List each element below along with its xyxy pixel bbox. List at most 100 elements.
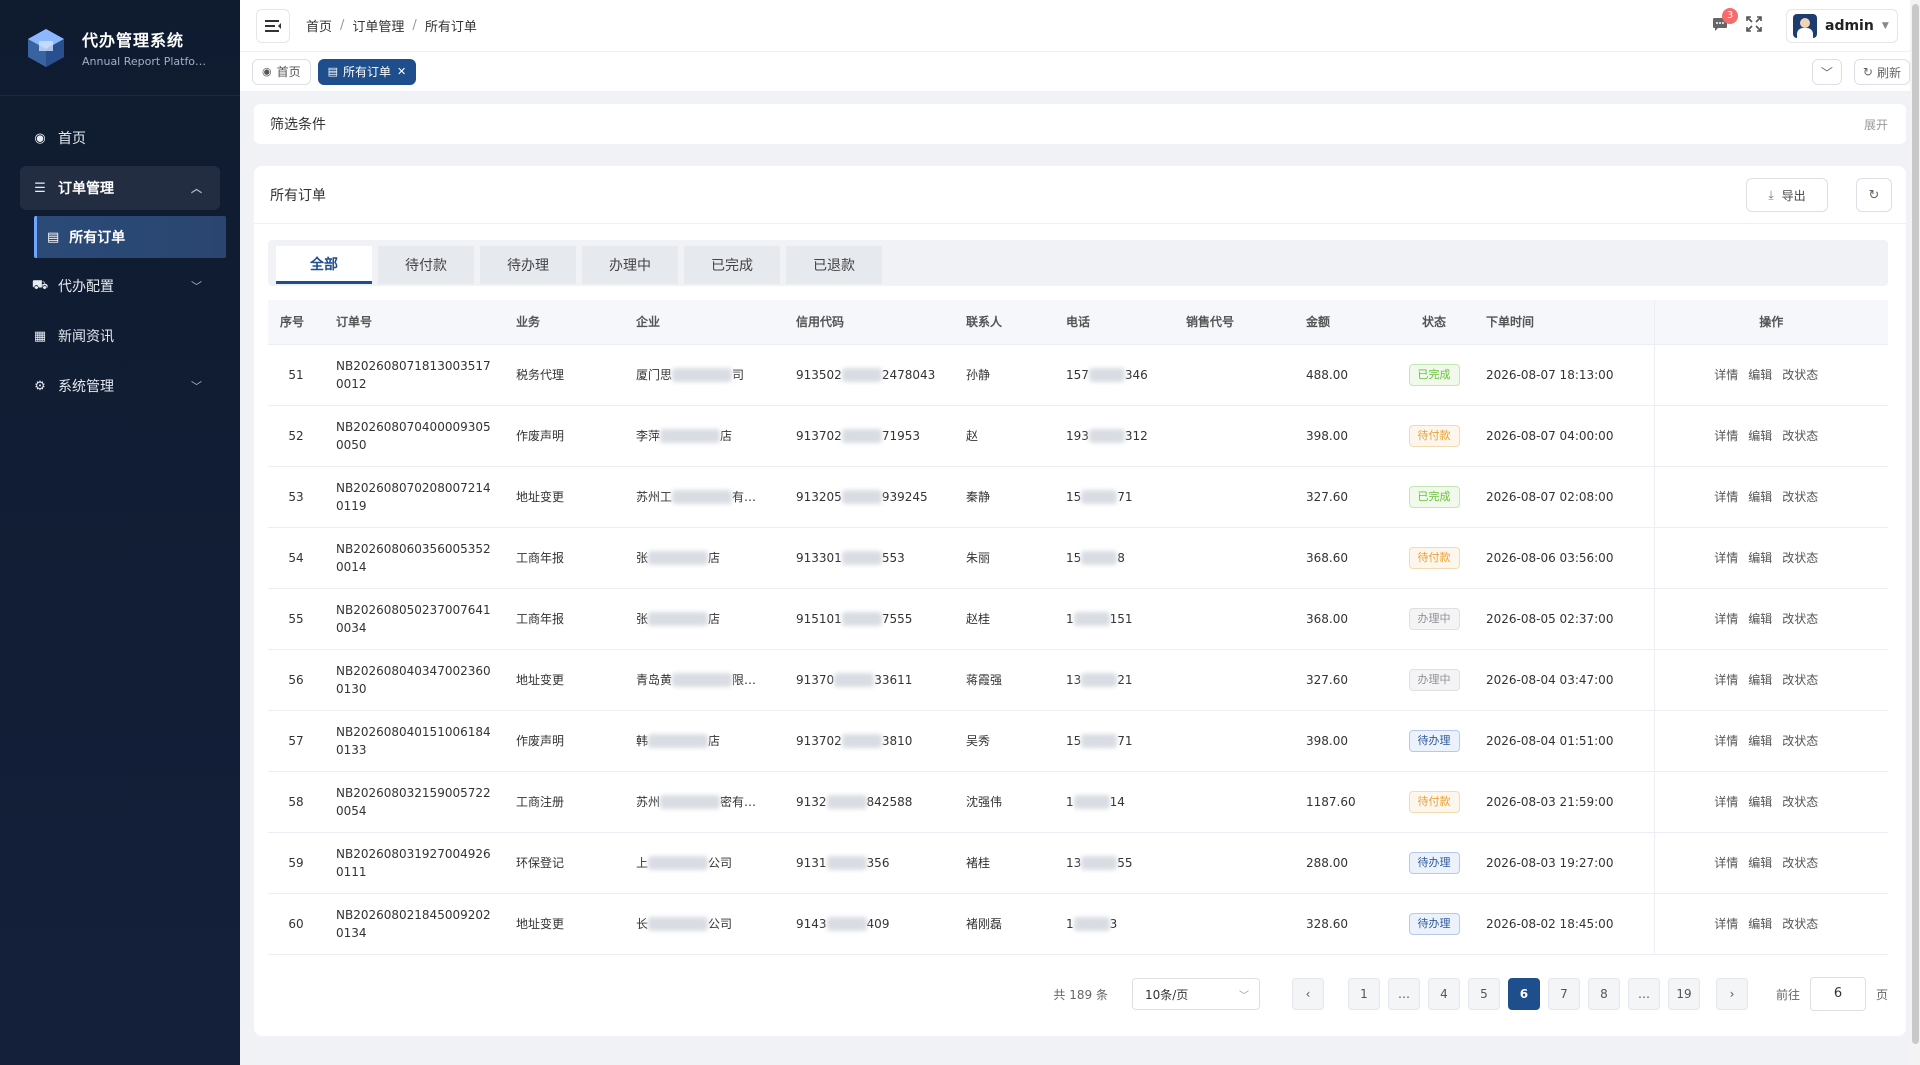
page-button[interactable]: 7 [1547,978,1580,1010]
edit-link[interactable]: 编辑 [1748,795,1772,809]
detail-link[interactable]: 详情 [1714,612,1738,626]
cell-phone: 13 [1054,893,1174,955]
breadcrumb-home[interactable]: 首页 [306,16,332,35]
tag-home[interactable]: ◉ 首页 [252,58,311,85]
reload-button[interactable]: ↻ [1856,178,1892,212]
breadcrumb-current: 所有订单 [424,20,477,35]
next-page-button[interactable]: › [1715,978,1748,1010]
cell-sales-code [1174,588,1294,650]
sidebar-item-system[interactable]: ⚙ 系统管理 ﹀ [20,364,220,408]
cell-business: 作废声明 [504,710,624,772]
phone-prefix: 15 [1066,489,1082,504]
page-ellipsis-button[interactable]: … [1387,978,1420,1010]
sidebar-item-label: 新闻资讯 [58,329,114,345]
tab-refunded[interactable]: 已退款 [786,246,882,284]
phone-prefix: 15 [1066,733,1082,748]
code-suffix: 356 [866,855,890,870]
phone-suffix: 8 [1117,550,1125,565]
sidebar-item-config[interactable]: ⛟ 代办配置 ﹀ [20,264,220,308]
edit-link[interactable]: 编辑 [1748,673,1772,687]
detail-link[interactable]: 详情 [1714,368,1738,382]
detail-link[interactable]: 详情 [1714,429,1738,443]
pagination: 共 189 条 10条/页 ﹀ ‹ 1… 4 5 6 7 8… 19 › 前往 6 页 [254,976,1906,1012]
page-button[interactable]: 6 [1507,978,1540,1010]
edit-link[interactable]: 编辑 [1748,490,1772,504]
order-number: NB2026080403470023600130 [336,663,491,696]
fullscreen-icon[interactable] [1746,16,1762,36]
tab-pending[interactable]: 待办理 [480,246,576,284]
change-status-link[interactable]: 改状态 [1782,856,1818,870]
cell-order-time: 2026-08-02 18:45:00 [1474,893,1654,955]
company-suffix: 密有… [720,794,757,809]
scroll-thumb[interactable] [1912,4,1919,1044]
close-icon[interactable]: ✕ [397,65,406,78]
change-status-link[interactable]: 改状态 [1782,734,1818,748]
change-status-link[interactable]: 改状态 [1782,429,1818,443]
page-ellipsis-button[interactable]: … [1627,978,1660,1010]
goto-label: 前往 [1775,987,1800,1002]
user-menu[interactable]: admin ▼ [1786,9,1898,43]
detail-link[interactable]: 详情 [1714,795,1738,809]
change-status-link[interactable]: 改状态 [1782,612,1818,626]
page-size-select[interactable]: 10条/页 ﹀ [1131,978,1260,1010]
expand-filter-link[interactable]: 展开 [1864,116,1888,133]
cell-company: 长 公司 [624,893,784,955]
refresh-tab-button[interactable]: ↻ 刷新 [1853,59,1910,85]
change-status-link[interactable]: 改状态 [1782,795,1818,809]
change-status-link[interactable]: 改状态 [1782,917,1818,931]
edit-link[interactable]: 编辑 [1748,612,1772,626]
prev-page-button[interactable]: ‹ [1291,978,1324,1010]
table-header-row: 序号 订单号 业务 企业 信用代码 联系人 电话 销售代号 金额 状态 下单时间… [268,300,1888,345]
detail-link[interactable]: 详情 [1714,917,1738,931]
cell-business: 地址变更 [504,893,624,955]
list-icon: ☰ [34,180,46,196]
tags-dropdown-button[interactable]: ﹀ [1811,59,1842,85]
detail-link[interactable]: 详情 [1714,734,1738,748]
page-button[interactable]: 19 [1667,978,1700,1010]
page-button[interactable]: 8 [1587,978,1620,1010]
detail-link[interactable]: 详情 [1714,490,1738,504]
edit-link[interactable]: 编辑 [1748,734,1772,748]
tab-processing[interactable]: 办理中 [582,246,678,284]
status-badge: 待付款 [1408,546,1460,569]
detail-link[interactable]: 详情 [1714,856,1738,870]
change-status-link[interactable]: 改状态 [1782,490,1818,504]
tab-completed[interactable]: 已完成 [684,246,780,284]
contact-name: 赵桂 [966,611,991,626]
change-status-link[interactable]: 改状态 [1782,551,1818,565]
cell-credit-code: 9131 356 [784,832,954,894]
sidebar-item-orders[interactable]: ☰ 订单管理 ︿ [20,166,220,210]
edit-link[interactable]: 编辑 [1748,856,1772,870]
breadcrumb-orders[interactable]: 订单管理 [352,16,404,35]
cell-contact: 褚刚磊 [954,893,1054,955]
chevron-down-icon: ﹀ [1820,65,1833,80]
page-scrollbar[interactable] [1910,0,1920,1065]
tab-unpaid[interactable]: 待付款 [378,246,474,284]
page-button[interactable]: 5 [1467,978,1500,1010]
sidebar-item-all-orders[interactable]: ▤ 所有订单 [34,216,226,258]
edit-link[interactable]: 编辑 [1748,917,1772,931]
code-prefix: 913702 [796,428,842,443]
detail-link[interactable]: 详情 [1714,551,1738,565]
edit-link[interactable]: 编辑 [1748,368,1772,382]
chevron-right-icon: › [1729,987,1735,1001]
detail-link[interactable]: 详情 [1714,673,1738,687]
sidebar-item-news[interactable]: ▦ 新闻资讯 [20,314,220,358]
cell-status: 待办理 [1394,893,1474,955]
goto-page-input[interactable]: 6 [1809,977,1866,1011]
company-suffix: 限… [732,672,757,687]
sidebar-item-home[interactable]: ◉ 首页 [20,116,220,160]
change-status-link[interactable]: 改状态 [1782,368,1818,382]
edit-link[interactable]: 编辑 [1748,551,1772,565]
page-button[interactable]: 4 [1427,978,1460,1010]
tag-all-orders[interactable]: ▤ 所有订单 ✕ [317,58,417,85]
edit-link[interactable]: 编辑 [1748,429,1772,443]
message-icon[interactable]: 3 [1712,7,1738,36]
tab-all[interactable]: 全部 [276,246,372,284]
cell-index: 56 [268,649,324,711]
menu-toggle-button[interactable] [256,8,290,43]
page-button[interactable]: 1 [1347,978,1380,1010]
export-button[interactable]: ⤓ 导出 [1746,178,1828,212]
change-status-link[interactable]: 改状态 [1782,673,1818,687]
sidebar-menu: ◉ 首页 ☰ 订单管理 ︿ ▤ 所有订单 ⛟ 代办配置 ﹀ ▦ 新闻资讯 ⚙ 系… [0,96,240,408]
